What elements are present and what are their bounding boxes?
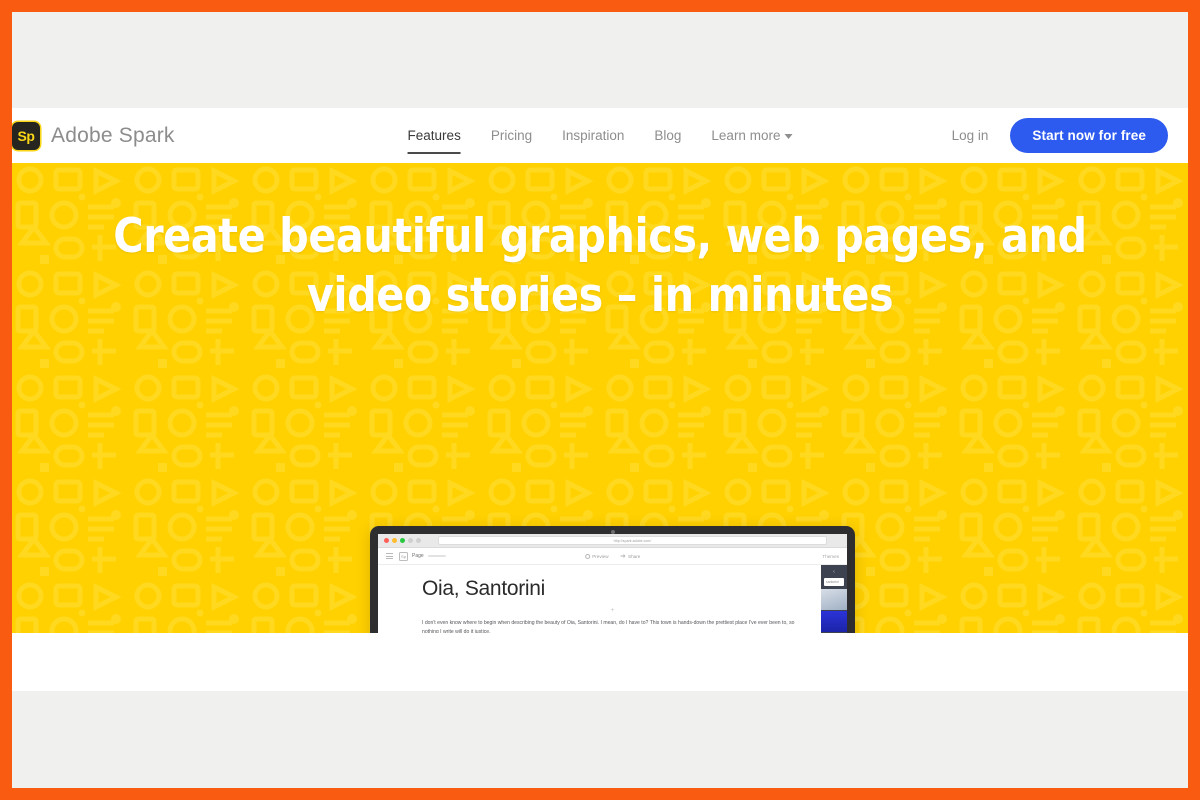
nav-item-learn-more[interactable]: Learn more (711, 124, 793, 147)
browser-url-text: http://spark.adobe.com/ (613, 538, 652, 543)
nav-item-blog[interactable]: Blog (654, 124, 681, 147)
preview-label: Preview (592, 553, 609, 559)
hero-headline: Create beautiful graphics, web pages, an… (83, 163, 1118, 325)
spark-app-toolbar: Sp Page Preview Share Themes (378, 548, 847, 565)
document-title-placeholder (427, 555, 446, 557)
browser-back-icon[interactable] (408, 538, 413, 543)
primary-nav: Features Pricing Inspiration Blog Learn … (407, 108, 793, 163)
nav-item-pricing[interactable]: Pricing (491, 124, 532, 147)
preview-button[interactable]: Preview (584, 553, 609, 559)
window-zoom-icon[interactable] (400, 538, 405, 543)
brand-logo[interactable]: Sp Adobe Spark (12, 121, 312, 150)
browser-forward-icon[interactable] (416, 538, 421, 543)
nav-label-inspiration: Inspiration (562, 128, 625, 143)
sidebar-thumbnail[interactable] (821, 589, 847, 610)
share-icon (620, 554, 626, 558)
header-actions: Log in Start now for free (952, 118, 1168, 153)
window-close-icon[interactable] (384, 538, 389, 543)
document-type-label: Page (412, 553, 424, 559)
site-header: Sp Adobe Spark Features Pricing Inspirat… (12, 108, 1188, 163)
share-button[interactable]: Share (620, 553, 641, 559)
page-frame: Sp Adobe Spark Features Pricing Inspirat… (12, 12, 1188, 788)
nav-label-pricing: Pricing (490, 128, 533, 143)
below-hero-white-band (12, 633, 1188, 691)
nav-label-learn-more: Learn more (711, 128, 781, 143)
spark-page-title[interactable]: Oia, Santorini (422, 577, 803, 601)
device-showcase: http://spark.adobe.com/ Sp Page Preview … (12, 378, 1188, 633)
share-label: Share (628, 553, 641, 559)
laptop-device: http://spark.adobe.com/ Sp Page Preview … (370, 526, 855, 633)
hero-headline-line-2: video stories – in minutes (306, 268, 894, 323)
themes-button[interactable]: Themes (822, 554, 839, 559)
hamburger-menu-icon[interactable] (386, 553, 393, 559)
browser-url-bar[interactable]: http://spark.adobe.com/ (438, 536, 827, 545)
nav-label-features: Features (407, 128, 461, 143)
sidebar-thumbnail[interactable] (821, 611, 847, 632)
hero-headline-line-1: Create beautiful graphics, web pages, an… (113, 209, 1087, 264)
page-bottom-area (12, 691, 1188, 788)
laptop-screen: http://spark.adobe.com/ Sp Page Preview … (378, 534, 847, 633)
browser-chrome: http://spark.adobe.com/ (378, 534, 847, 548)
spark-page-paragraph-top: I don't even know where to begin when de… (422, 620, 795, 633)
app-actions: Preview Share (584, 553, 641, 559)
chevron-down-icon (784, 133, 793, 139)
brand-name: Adobe Spark (51, 123, 175, 147)
spark-mark-icon: Sp (399, 551, 408, 561)
adobe-spark-logo-icon: Sp (12, 121, 40, 150)
add-block-icon[interactable]: + (422, 607, 803, 614)
start-now-button[interactable]: Start now for free (1010, 118, 1168, 153)
hero-section: Create beautiful graphics, web pages, an… (12, 163, 1188, 633)
nav-item-inspiration[interactable]: Inspiration (562, 124, 624, 147)
login-link[interactable]: Log in (952, 128, 989, 143)
photo-search-input[interactable]: santorini (824, 578, 844, 586)
browser-top-strip (12, 12, 1188, 108)
spark-page-canvas: Oia, Santorini + I don't even know where… (378, 565, 847, 633)
photo-search-sidebar: ‹ santorini (821, 565, 847, 633)
nav-label-blog: Blog (654, 128, 682, 143)
nav-item-features[interactable]: Features (407, 124, 462, 154)
preview-icon (584, 553, 590, 559)
sidebar-collapse-icon[interactable]: ‹ (821, 565, 847, 578)
window-minimize-icon[interactable] (392, 538, 397, 543)
